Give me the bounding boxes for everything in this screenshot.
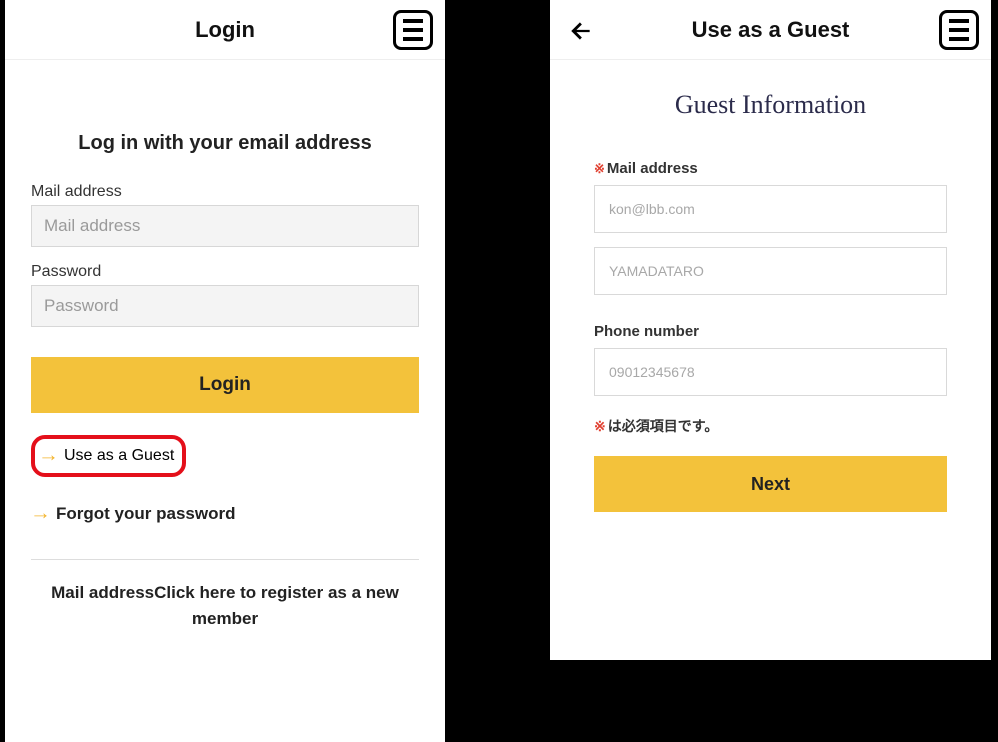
login-heading: Log in with your email address bbox=[31, 132, 419, 155]
login-screen: Login Log in with your email address Mai… bbox=[5, 0, 445, 742]
register-link[interactable]: Mail addressClick here to register as a … bbox=[31, 580, 419, 631]
guest-body: Guest Information ※Mail address Phone nu… bbox=[550, 90, 991, 512]
login-body: Log in with your email address Mail addr… bbox=[5, 132, 445, 631]
back-button[interactable] bbox=[564, 14, 598, 48]
guest-link-label: Use as a Guest bbox=[64, 447, 174, 465]
guest-phone-input[interactable] bbox=[594, 348, 947, 396]
use-as-guest-link[interactable]: → Use as a Guest bbox=[31, 435, 186, 477]
guest-info-heading: Guest Information bbox=[594, 90, 947, 120]
divider bbox=[31, 559, 419, 560]
password-label: Password bbox=[31, 263, 419, 281]
hamburger-icon bbox=[403, 19, 423, 23]
hamburger-icon bbox=[949, 19, 969, 23]
password-input[interactable] bbox=[31, 285, 419, 327]
guest-name-input[interactable] bbox=[594, 247, 947, 295]
next-button[interactable]: Next bbox=[594, 456, 947, 512]
guest-phone-label: Phone number bbox=[594, 323, 947, 340]
required-mark-icon: ※ bbox=[594, 418, 606, 434]
login-title: Login bbox=[195, 17, 255, 43]
forgot-link-label: Forgot your password bbox=[56, 504, 235, 524]
arrow-right-icon: → bbox=[30, 503, 51, 525]
guest-header: Use as a Guest bbox=[550, 0, 991, 60]
login-button[interactable]: Login bbox=[31, 357, 419, 413]
guest-title: Use as a Guest bbox=[692, 17, 850, 43]
mail-label: Mail address bbox=[31, 183, 419, 201]
arrow-right-icon: → bbox=[38, 445, 59, 467]
required-mark-icon: ※ bbox=[594, 161, 605, 176]
hamburger-menu-button[interactable] bbox=[939, 10, 979, 50]
required-note: ※は必須項目です。 bbox=[594, 416, 947, 436]
guest-mail-label: ※Mail address bbox=[594, 160, 947, 177]
mail-input[interactable] bbox=[31, 205, 419, 247]
login-header: Login bbox=[5, 0, 445, 60]
arrow-left-icon bbox=[568, 18, 594, 44]
guest-screen: Use as a Guest Guest Information ※Mail a… bbox=[550, 0, 991, 660]
guest-mail-input[interactable] bbox=[594, 185, 947, 233]
forgot-password-link[interactable]: → Forgot your password bbox=[31, 503, 419, 525]
hamburger-menu-button[interactable] bbox=[393, 10, 433, 50]
